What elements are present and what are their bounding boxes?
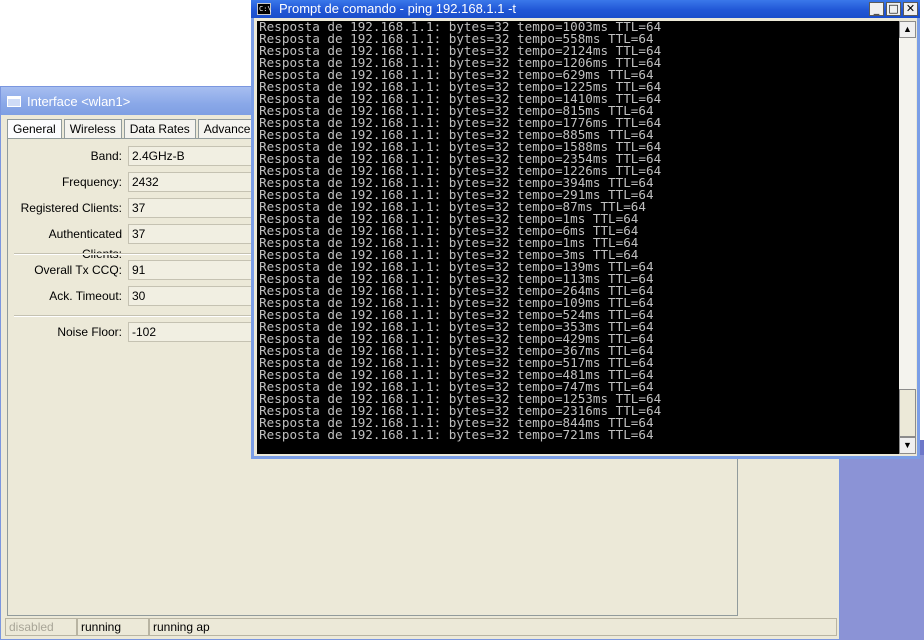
tab-general[interactable]: General — [7, 119, 62, 138]
interface-tabs: General Wireless Data Rates Advanced W — [7, 119, 290, 139]
console-output[interactable]: Resposta de 192.168.1.1: bytes=32 tempo=… — [257, 21, 899, 454]
desktop-background-light — [838, 455, 924, 640]
status-mode: running ap — [149, 618, 837, 636]
status-disabled: disabled — [5, 618, 77, 636]
scroll-down-button[interactable]: ▼ — [899, 437, 916, 454]
arrow-up-icon: ▲ — [903, 24, 912, 34]
status-bar: disabled running running ap — [5, 618, 837, 638]
command-prompt-window: C:\ Prompt de comando - ping 192.168.1.1… — [251, 0, 920, 459]
registered-clients-label: Registered Clients: — [20, 201, 122, 215]
scroll-thumb[interactable] — [899, 389, 916, 437]
status-running: running — [77, 618, 149, 636]
close-button[interactable]: ✕ — [903, 2, 918, 16]
noise-floor-label: Noise Floor: — [57, 325, 122, 339]
interface-window-title: Interface <wlan1> — [27, 93, 131, 109]
scroll-up-button[interactable]: ▲ — [899, 21, 916, 38]
maximize-button[interactable]: □ — [886, 2, 901, 16]
minimize-button[interactable]: _ — [869, 2, 884, 16]
arrow-down-icon: ▼ — [903, 440, 912, 450]
command-prompt-titlebar[interactable]: C:\ Prompt de comando - ping 192.168.1.1… — [251, 0, 920, 18]
console-line: Resposta de 192.168.1.1: bytes=32 tempo=… — [259, 428, 654, 442]
band-label: Band: — [90, 149, 122, 163]
frequency-label: Frequency: — [61, 175, 122, 189]
divider — [14, 253, 254, 255]
tab-data-rates[interactable]: Data Rates — [123, 119, 196, 138]
divider — [14, 315, 254, 317]
authenticated-clients-label: Authenticated Clients: — [48, 227, 122, 261]
tab-wireless[interactable]: Wireless — [63, 119, 122, 138]
console-icon: C:\ — [257, 3, 272, 15]
ack-timeout-label: Ack. Timeout: — [49, 289, 122, 303]
window-icon — [7, 95, 21, 107]
overall-tx-ccq-label: Overall Tx CCQ: — [34, 263, 122, 277]
command-prompt-title: Prompt de comando - ping 192.168.1.1 -t — [279, 1, 517, 16]
vertical-scrollbar[interactable]: ▲ ▼ — [899, 21, 916, 454]
